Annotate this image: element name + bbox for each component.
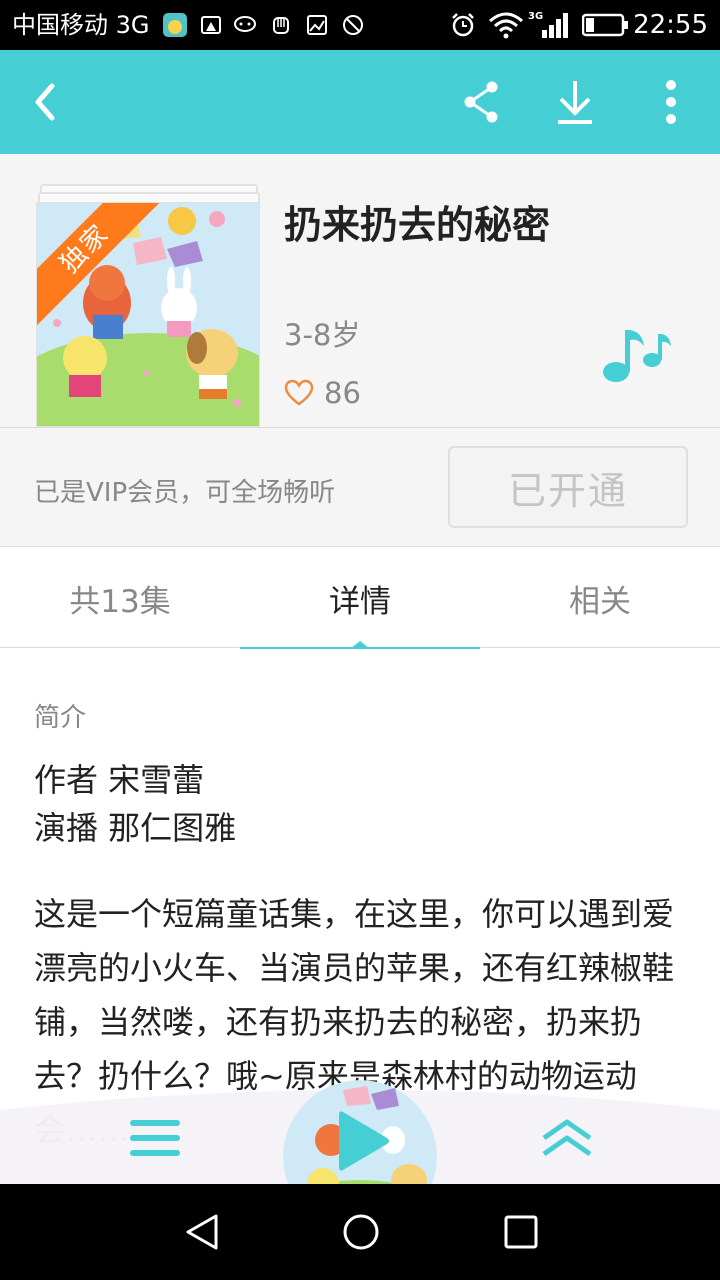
nav-home-button[interactable]	[321, 1202, 401, 1262]
player-bar	[0, 1080, 720, 1234]
more-vertical-icon	[666, 80, 676, 124]
nav-recent-icon	[504, 1215, 538, 1249]
blocked-icon	[338, 10, 368, 40]
intro-label: 简介	[34, 703, 87, 733]
hand-icon	[266, 10, 296, 40]
system-nav-bar	[0, 1184, 720, 1280]
warning-icon	[196, 10, 226, 40]
author-line: 作者 宋雪蕾	[34, 761, 205, 799]
app-bar	[0, 50, 720, 154]
tab-related[interactable]: 相关	[480, 548, 720, 648]
tab-label: 共13集	[69, 583, 171, 620]
expand-player-button[interactable]	[522, 1098, 612, 1178]
battery-icon	[582, 10, 630, 40]
download-icon	[558, 81, 592, 124]
playlist-button[interactable]	[110, 1098, 200, 1178]
expand-up-icon	[542, 1119, 592, 1157]
chat-icon	[230, 10, 260, 40]
back-button[interactable]	[0, 50, 90, 154]
more-button[interactable]	[626, 50, 716, 154]
tab-details[interactable]: 详情	[240, 548, 480, 649]
album-cover[interactable]: 独家	[36, 202, 260, 427]
carrier-label: 中国移动 3G	[12, 11, 150, 39]
nav-recent-button[interactable]	[481, 1202, 561, 1262]
tab-episodes[interactable]: 共13集	[0, 548, 240, 648]
cover-stack-edge	[38, 192, 260, 202]
nav-back-icon	[186, 1214, 218, 1250]
share-button[interactable]	[436, 50, 526, 154]
playlist-icon	[130, 1120, 180, 1156]
heart-icon	[284, 379, 314, 406]
clock: 22:55	[633, 10, 708, 40]
signal-icon: 3G	[528, 10, 572, 40]
status-bar: 中国移动 3G 3G 22:55	[0, 0, 720, 50]
tab-label: 相关	[569, 583, 631, 620]
tab-bar: 共13集 详情 相关	[0, 548, 720, 649]
narrator-line: 演播 那仁图雅	[34, 809, 237, 847]
music-note-icon[interactable]	[598, 322, 674, 386]
wifi-icon	[486, 10, 526, 40]
download-button[interactable]	[530, 50, 620, 154]
tab-indicator-caret	[350, 641, 370, 649]
likes-count: 86	[324, 376, 361, 410]
alarm-icon	[448, 10, 478, 40]
share-icon	[464, 81, 498, 123]
vip-status-text: 已是VIP会员，可全场畅听	[34, 478, 336, 508]
tab-label: 详情	[329, 583, 391, 620]
vip-activated-button[interactable]: 已开通	[448, 446, 688, 528]
album-header: 独家 扔来扔去的秘密 3-8岁 86	[0, 154, 720, 427]
age-range: 3-8岁	[284, 318, 361, 352]
svg-text:3G: 3G	[528, 11, 543, 22]
nav-home-icon	[343, 1214, 379, 1250]
vip-row: 已是VIP会员，可全场畅听 已开通	[0, 427, 720, 547]
image-icon	[302, 10, 332, 40]
nav-back-button[interactable]	[162, 1202, 242, 1262]
play-icon	[339, 1111, 389, 1171]
likes[interactable]: 86	[284, 376, 361, 410]
album-title: 扔来扔去的秘密	[284, 203, 551, 247]
app-notification-icon	[160, 10, 190, 40]
back-arrow-icon	[35, 83, 55, 121]
